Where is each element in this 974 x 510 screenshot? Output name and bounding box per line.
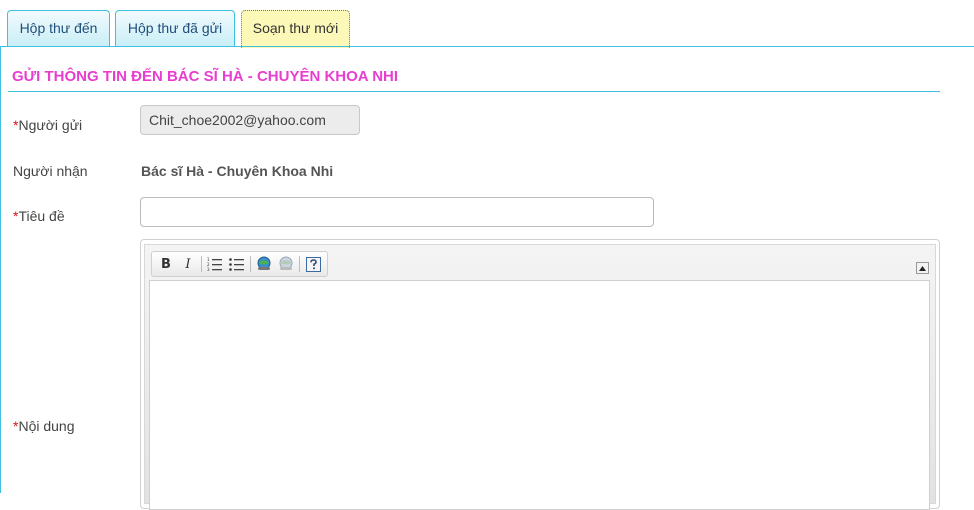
tab-sent[interactable]: Hộp thư đã gửi [115,10,235,46]
editor-content-area[interactable] [149,280,930,510]
bold-icon[interactable]: B [155,254,177,274]
tab-underline [0,46,974,47]
unlink-icon[interactable] [275,254,297,274]
subject-label: *Tiêu đề [13,208,65,224]
subject-label-text: Tiêu đề [18,208,65,224]
collapse-toolbar-button[interactable] [916,262,929,274]
editor-toolbar: B I 1 2 3 [151,251,328,277]
sender-label: *Người gửi [13,117,82,133]
svg-text:3: 3 [207,267,210,271]
sender-label-text: Người gửi [18,117,83,133]
triangle-up-icon [919,265,926,271]
italic-icon[interactable]: I [177,254,199,274]
toolbar-separator [250,256,251,272]
recipient-label: Người nhận [13,163,88,179]
sender-field: Chit_choe2002@yahoo.com [140,105,360,135]
title-divider [8,91,940,92]
content-label-text: Nội dung [18,418,75,434]
toolbar-separator [201,256,202,272]
tab-inbox[interactable]: Hộp thư đến [7,10,110,46]
mail-tabs: Hộp thư đến Hộp thư đã gửi Soạn thư mới [0,0,974,48]
ordered-list-icon[interactable]: 1 2 3 [204,254,226,274]
link-icon[interactable] [253,254,275,274]
unordered-list-icon[interactable] [226,254,248,274]
recipient-value: Bác sĩ Hà - Chuyên Khoa Nhi [141,163,334,179]
page-title: GỬI THÔNG TIN ĐẾN BÁC SĨ HÀ - CHUYÊN KHO… [12,68,399,85]
content-border [0,46,1,493]
tab-compose[interactable]: Soạn thư mới [241,10,350,48]
subject-input[interactable] [140,197,654,227]
content-label: *Nội dung [13,418,75,434]
help-icon[interactable] [302,254,324,274]
toolbar-separator [299,256,300,272]
